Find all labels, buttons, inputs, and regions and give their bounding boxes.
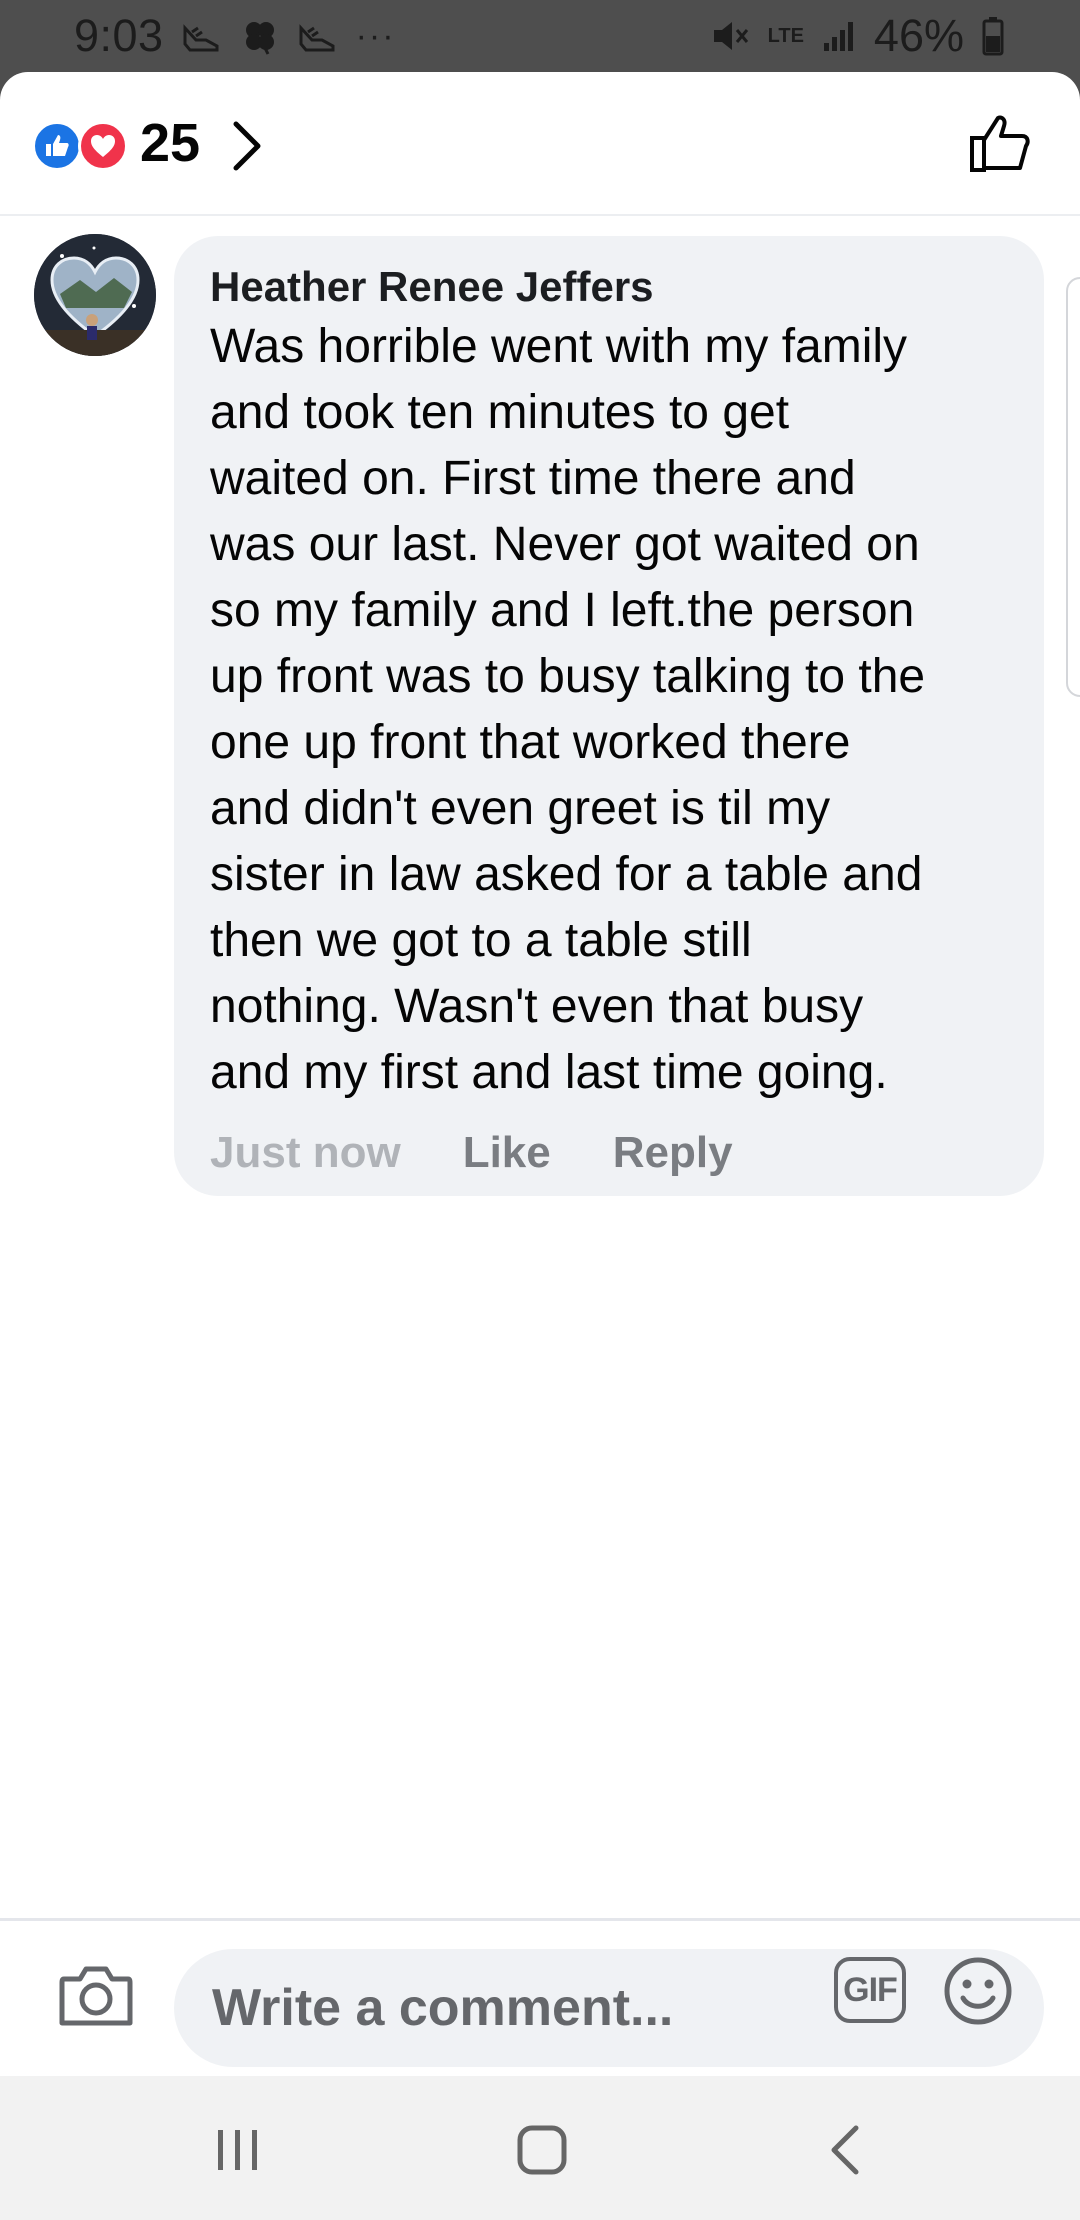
reaction-icons [32,121,132,171]
system-nav-bar [0,2076,1080,2220]
lte-network-label: LTE [767,24,804,47]
like-reaction-icon [32,121,82,171]
comment-actions: Just now Like Reply [210,1128,733,1178]
camera-icon[interactable] [58,1963,134,2029]
side-panel-handle[interactable] [1066,277,1080,697]
comment-input-placeholder: Write a comment... [212,1979,674,2037]
comment-text: Was horrible went with my family and too… [210,320,926,1099]
sneaker-icon [182,20,222,52]
comment-reply-button[interactable]: Reply [613,1128,733,1178]
comment-sheet: 25 Heather Renee Jeffers Was horrible we… [0,72,1080,2076]
chevron-right-icon [233,121,261,171]
home-icon[interactable] [516,2124,568,2176]
emoji-icon[interactable] [942,1955,1014,2027]
comment-timestamp: Just now [210,1128,401,1177]
comment-like-button[interactable]: Like [463,1128,551,1178]
reactions-summary[interactable]: 25 [0,72,1080,216]
comment-composer: Write a comment... GIF [0,1918,1080,2076]
status-left: 9:03 ··· [74,10,396,62]
avatar[interactable] [34,234,156,356]
battery-percentage: 46% [873,10,964,61]
comment-input[interactable]: Write a comment... [174,1949,1044,2067]
gif-button[interactable]: GIF [834,1957,906,2023]
signal-icon [822,19,856,53]
clover-icon [240,16,280,56]
reaction-count: 25 [140,113,201,173]
comment-bubble[interactable]: Heather Renee Jeffers Was horrible went … [174,236,1044,1196]
recents-icon[interactable] [214,2126,262,2174]
comment-author[interactable]: Heather Renee Jeffers [210,262,1008,312]
thumbs-up-icon[interactable] [968,112,1032,176]
status-time: 9:03 [74,10,164,61]
screen: 9:03 ··· LTE 46% 25 Heather Renee Jeffer… [0,0,1080,2220]
more-notifications-indicator: ··· [355,16,396,55]
back-icon[interactable] [826,2124,862,2176]
status-bar: 9:03 ··· LTE 46% [0,0,1080,72]
mute-icon [710,18,750,54]
love-reaction-icon [78,121,128,171]
sneaker-icon [298,20,338,52]
status-right: LTE 46% [710,10,1004,62]
battery-icon [982,16,1004,56]
